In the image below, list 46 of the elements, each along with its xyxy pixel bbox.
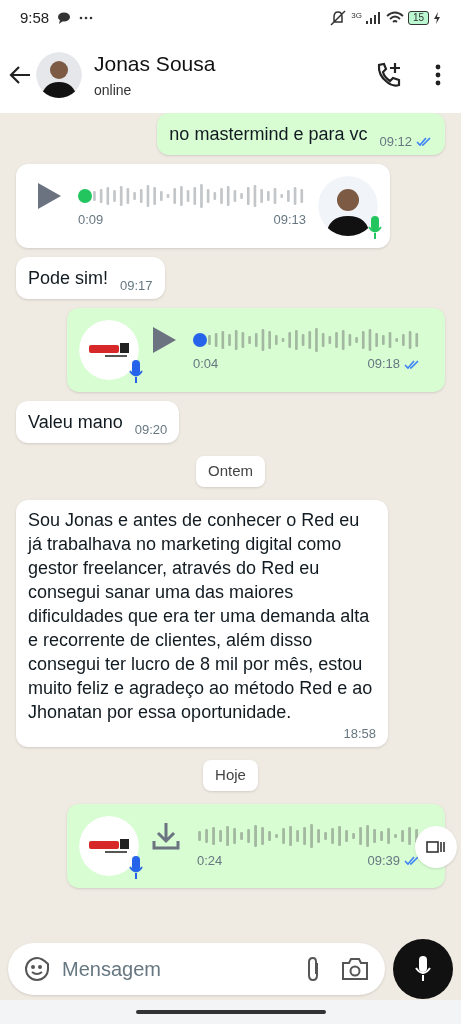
audio-duration: 0:24	[197, 851, 223, 870]
message-time: 09:12	[379, 132, 412, 151]
chat-bubble-icon	[57, 12, 72, 24]
contact-name[interactable]: Jonas Sousa	[94, 48, 375, 80]
date-label: Hoje	[203, 760, 258, 791]
signal-icon	[365, 12, 382, 24]
play-icon[interactable]	[151, 326, 177, 355]
message-time: 09:20	[134, 420, 168, 439]
more-options-icon[interactable]	[435, 63, 441, 86]
wifi-icon	[385, 11, 404, 25]
muted-bell-icon	[329, 10, 348, 26]
message-time: 18:58	[343, 724, 376, 743]
sticker-icon[interactable]	[24, 956, 50, 982]
audio-duration: 0:09	[78, 211, 104, 230]
voice-record-button[interactable]	[393, 939, 453, 999]
message-time: 09:39	[367, 851, 400, 870]
message-text: Valeu mano	[28, 411, 123, 434]
contact-avatar[interactable]	[36, 51, 82, 98]
camera-icon[interactable]	[341, 957, 369, 981]
microphone-icon	[414, 956, 432, 982]
battery-indicator: 15	[407, 11, 429, 25]
download-icon[interactable]	[151, 820, 181, 851]
message-time: 09:18	[367, 355, 400, 374]
message-text: no mastermind e para vc	[169, 123, 368, 146]
date-label: Ontem	[196, 456, 265, 487]
add-call-icon[interactable]	[375, 60, 403, 89]
back-icon[interactable]	[8, 64, 32, 85]
transcript-button[interactable]	[415, 825, 457, 868]
microphone-icon	[368, 216, 382, 240]
message-text: Sou Jonas e antes de conhecer o Red eu já trabalhava no marketing digital como gestor freelancer, através do Red eu consegui sanar uma das maiores dificuldades que era ter uma demanda alta e recorrente de clientes, além disso consegui ter lucro de 8 mil por mês, estou muito feliz e agradeço ao método Red e ao Jhonatan por essa oportunidade.	[28, 508, 374, 724]
charging-icon	[433, 12, 441, 24]
speed-icon	[426, 840, 446, 853]
message-text: Pode sim!	[28, 267, 109, 290]
audio-duration: 0:04	[193, 355, 219, 374]
clock-time: 9:58	[20, 7, 50, 28]
play-icon[interactable]	[36, 182, 62, 211]
message-field[interactable]: Mensagem	[8, 943, 385, 995]
message-input[interactable]: Mensagem	[62, 954, 293, 984]
attach-icon[interactable]	[305, 956, 321, 982]
more-icon	[79, 16, 94, 20]
contact-status: online	[94, 80, 133, 100]
microphone-icon	[129, 360, 143, 384]
microphone-icon	[129, 855, 143, 880]
message-time: 09:13	[273, 211, 306, 230]
network-label: 3G	[351, 10, 362, 22]
message-time: 09:17	[120, 276, 153, 295]
